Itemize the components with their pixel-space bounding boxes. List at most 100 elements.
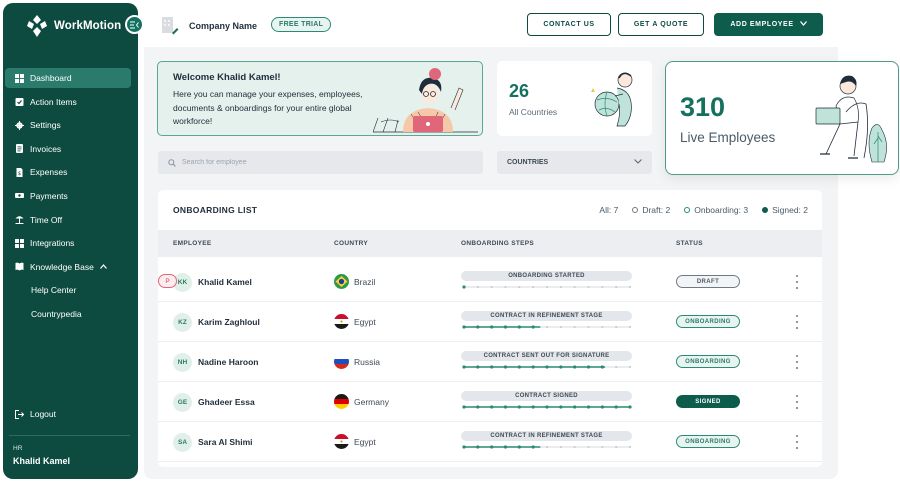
contact-us-button[interactable]: CONTACT US [527, 13, 611, 36]
sidebar-item-expenses[interactable]: $ Expenses [5, 162, 131, 182]
woman-laptop-illustration [806, 72, 894, 164]
sidebar-item-label: Knowledge Base [30, 261, 94, 272]
sidebar-item-action-items[interactable]: Action Items [5, 92, 131, 112]
column-country[interactable]: COUNTRY [334, 240, 368, 247]
sidebar-item-dashboard[interactable]: Dashboard [5, 68, 131, 88]
countries-dropdown-label: COUNTRIES [507, 159, 549, 166]
app-page: WorkMotion Dashboard Action Items Settin… [0, 0, 900, 481]
progress-step-done [531, 405, 535, 409]
progress-step-done [490, 365, 494, 369]
more-options-icon[interactable] [794, 315, 800, 329]
gear-icon [15, 120, 24, 130]
progress-step-done [462, 365, 466, 369]
logout-button[interactable]: Logout [15, 409, 56, 419]
progress-step-pending [476, 285, 479, 289]
sidebar-item-label: Payments [30, 190, 68, 201]
progress-step-pending [601, 325, 604, 329]
search-icon [168, 154, 176, 172]
sidebar-item-invoices[interactable]: Invoices [5, 139, 131, 159]
progress-step-pending [587, 325, 590, 329]
sidebar-item-label: Dashboard [30, 73, 72, 83]
company-name[interactable]: Company Name [189, 21, 257, 31]
sidebar-item-countrypedia[interactable]: Countrypedia [5, 304, 131, 324]
table-row[interactable]: KK Khalid Kamel P Brazil ONBOARDING STARTED D… [158, 262, 822, 302]
live-employees-stat-card[interactable]: 310 Live Employees [665, 61, 899, 175]
column-employee[interactable]: EMPLOYEE [173, 240, 212, 247]
countries-dropdown[interactable]: COUNTRIES [497, 151, 652, 174]
sidebar-item-integrations[interactable]: Integrations [5, 233, 131, 253]
invoice-icon [15, 144, 24, 154]
more-options-icon[interactable] [794, 355, 800, 369]
countries-label: All Countries [509, 107, 558, 117]
sidebar-item-label: Help Center [31, 285, 77, 296]
filter-draft-label: Draft: 2 [642, 205, 671, 215]
employee-name[interactable]: Sara Al Shimi [198, 437, 252, 447]
sidebar-item-knowledge-base[interactable]: Knowledge Base [5, 257, 131, 277]
onboarding-step-label: CONTRACT IN REFINEMENT STAGE [461, 311, 632, 321]
countries-stat-card[interactable]: 26 All Countries [497, 61, 652, 136]
country-name: Egypt [354, 437, 376, 447]
onboarding-step-label: CONTRACT SENT OUT FOR SIGNATURE [461, 351, 632, 361]
more-options-icon[interactable] [794, 395, 800, 409]
filter-onboarding[interactable]: Onboarding: 3 [684, 205, 748, 215]
filter-all-label: All: 7 [599, 205, 619, 215]
welcome-text: Here you can manage your expenses, emplo… [173, 89, 363, 126]
column-status[interactable]: STATUS [676, 240, 703, 247]
globe-illustration [589, 68, 641, 128]
filter-draft[interactable]: Draft: 2 [632, 205, 670, 215]
collapse-sidebar-button[interactable] [125, 15, 144, 34]
progress-step-done [600, 405, 604, 409]
add-employee-button[interactable]: ADD EMPLOYEE [714, 13, 823, 36]
hollow-dot-icon [632, 207, 639, 213]
table-row[interactable]: SA Sara Al Shimi Egypt CONTRACT IN REFINEME… [158, 422, 822, 462]
progress-step-done [503, 325, 508, 329]
workmotion-logo-icon [26, 15, 48, 37]
sidebar-item-label: Settings [30, 120, 61, 131]
progress-step-pending [628, 325, 632, 329]
progress-step-done [614, 405, 618, 409]
brand-logo[interactable]: WorkMotion [26, 15, 121, 37]
progress-step-pending [573, 325, 576, 329]
egypt-flag-icon [334, 434, 349, 449]
sidebar: WorkMotion Dashboard Action Items Settin… [3, 3, 138, 479]
onboarding-step-label: CONTRACT SIGNED [461, 391, 632, 401]
sidebar-item-label: Invoices [30, 143, 62, 154]
table-row[interactable]: KZ Karim Zaghloul Egypt CONTRACT IN REFINEM… [158, 302, 822, 342]
search-input[interactable] [182, 159, 462, 166]
sidebar-nav: Dashboard Action Items Settings Invoices… [5, 68, 131, 328]
sidebar-item-label: Action Items [30, 96, 77, 107]
free-trial-badge: FREE TRIAL [271, 17, 332, 32]
progress-step-done [476, 365, 480, 369]
germany-flag-icon [334, 394, 349, 409]
progress-step-done [628, 405, 632, 409]
onboarding-progress-bar [462, 445, 632, 449]
employee-name[interactable]: Nadine Haroon [198, 357, 258, 367]
employee-name[interactable]: Khalid Kamel [198, 277, 252, 287]
company-logo-icon[interactable] [161, 16, 179, 36]
table-row[interactable]: NH Nadine Haroon Russia CONTRACT SENT OUT F… [158, 342, 822, 382]
get-a-quote-button[interactable]: GET A QUOTE [618, 13, 704, 36]
progress-step-pending [601, 285, 604, 289]
progress-step-pending [628, 285, 632, 289]
onboarding-progress-bar [462, 285, 632, 289]
employee-name[interactable]: Ghadeer Essa [198, 397, 255, 407]
more-options-icon[interactable] [794, 435, 800, 449]
brazil-flag-icon [334, 274, 349, 289]
logout-label: Logout [30, 409, 56, 419]
employee-name[interactable]: Karim Zaghloul [198, 317, 260, 327]
sidebar-item-help-center[interactable]: Help Center [5, 280, 131, 300]
table-row[interactable]: GE Ghadeer Essa Germany CONTRACT SIGNED SIGN… [158, 382, 822, 422]
column-onboarding-steps[interactable]: ONBOARDING STEPS [461, 240, 534, 247]
filter-signed[interactable]: Signed: 2 [762, 205, 808, 215]
sidebar-item-settings[interactable]: Settings [5, 115, 131, 135]
progress-step-done [600, 365, 604, 369]
filter-all[interactable]: All: 7 [599, 205, 618, 215]
personal-badge: P [158, 274, 177, 288]
beach-icon [15, 215, 24, 225]
sidebar-item-label: Countrypedia [31, 308, 82, 319]
russia-flag-icon [334, 354, 349, 369]
sidebar-item-payments[interactable]: Payments [5, 186, 131, 206]
employee-search[interactable] [158, 151, 483, 174]
more-options-icon[interactable] [794, 275, 800, 289]
sidebar-item-time-off[interactable]: Time Off [5, 210, 131, 230]
